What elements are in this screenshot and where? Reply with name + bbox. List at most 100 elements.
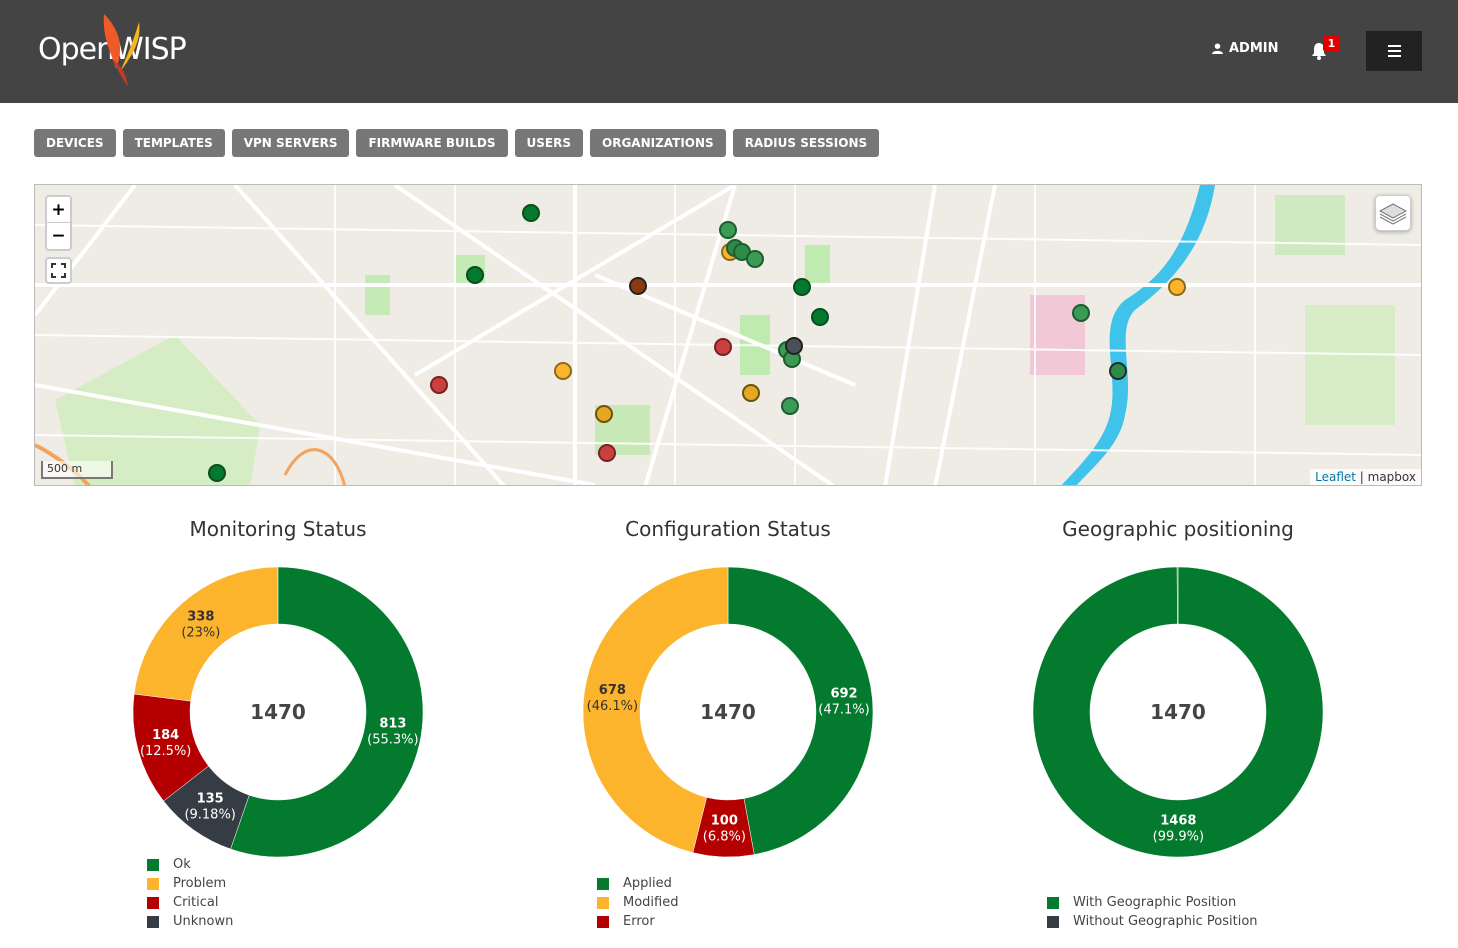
layers-control-button[interactable] (1375, 195, 1411, 231)
device-marker[interactable] (785, 337, 803, 355)
legend-label: Critical (173, 895, 219, 910)
admin-user-link[interactable]: ADMIN (1212, 41, 1279, 56)
openwisp-logo[interactable]: OpenWISP (38, 14, 188, 86)
nav-firmware-builds-button[interactable]: FIRMWARE BUILDS (356, 129, 508, 157)
slice-percent-label: (12.5%) (140, 744, 191, 759)
slice-value-label: 813 (379, 716, 406, 731)
legend-label: Error (623, 914, 655, 929)
legend-item[interactable]: Ok (147, 855, 233, 874)
monitoring-status-chart[interactable]: 813(55.3%) 135(9.18%) 184(12.5%) 338(23%) 14… (128, 560, 428, 860)
slice-percent-label: (47.1%) (818, 702, 869, 717)
chart-total-label: 1470 (250, 700, 306, 724)
device-marker[interactable] (793, 278, 811, 296)
legend-label: Without Geographic Position (1073, 914, 1258, 929)
nav-users-button[interactable]: USERS (514, 129, 583, 157)
configuration-status-chart[interactable]: 692(47.1%) 100(6.8%) 678(46.1%) 1470 (578, 560, 878, 860)
slice-value-label: 678 (599, 683, 626, 698)
slice-percent-label: (6.8%) (703, 829, 746, 844)
slice-percent-label: (46.1%) (587, 699, 638, 714)
top-header: OpenWISP ADMIN 1 (0, 0, 1458, 103)
slice-value-label: 338 (187, 610, 214, 625)
device-marker[interactable] (1072, 304, 1090, 322)
device-marker[interactable] (1109, 362, 1127, 380)
legend-swatch (597, 877, 609, 890)
hamburger-icon (1387, 45, 1401, 57)
devices-map[interactable]: + − 500 m Leaflet | mapbox (34, 184, 1422, 486)
legend-item[interactable]: Critical (147, 893, 233, 912)
slice-percent-label: (23%) (181, 626, 220, 641)
legend-swatch (597, 915, 609, 928)
device-marker[interactable] (742, 384, 760, 402)
zoom-control: + − (45, 195, 72, 251)
device-marker[interactable] (430, 376, 448, 394)
device-marker[interactable] (719, 221, 737, 239)
device-marker[interactable] (1168, 278, 1186, 296)
legend-label: Applied (623, 876, 672, 891)
admin-label: ADMIN (1229, 41, 1279, 56)
device-marker[interactable] (746, 250, 764, 268)
nav-vpn-servers-button[interactable]: VPN SERVERS (231, 129, 350, 157)
legend-swatch (147, 915, 159, 928)
legend-swatch (147, 896, 159, 909)
legend-label: Problem (173, 876, 227, 891)
legend-swatch (1047, 915, 1059, 928)
donut-slice[interactable] (1176, 566, 1179, 625)
attribution-separator: | (1355, 470, 1368, 484)
legend-label: Modified (623, 895, 679, 910)
leaflet-link[interactable]: Leaflet (1315, 470, 1356, 484)
chart-total-label: 1470 (1150, 700, 1206, 724)
device-marker[interactable] (811, 308, 829, 326)
chart-title-monitoring: Monitoring Status (189, 517, 367, 541)
layers-icon (1378, 203, 1408, 225)
nav-radius-sessions-button[interactable]: RADIUS SESSIONS (732, 129, 880, 157)
slice-percent-label: (55.3%) (367, 732, 418, 747)
geographic-legend: With Geographic Position Without Geograph… (1047, 893, 1258, 931)
slice-value-label: 184 (152, 728, 179, 743)
legend-item[interactable]: With Geographic Position (1047, 893, 1258, 912)
zoom-out-button[interactable]: − (47, 223, 70, 249)
butterfly-logo-icon (103, 14, 140, 86)
slice-value-label: 1468 (1160, 813, 1196, 828)
device-marker[interactable] (714, 338, 732, 356)
legend-item[interactable]: Modified (597, 893, 678, 912)
device-marker[interactable] (595, 405, 613, 423)
chart-title-geographic: Geographic positioning (1062, 517, 1294, 541)
menu-toggle-button[interactable] (1366, 31, 1422, 71)
legend-swatch (597, 896, 609, 909)
slice-percent-label: (9.18%) (184, 808, 235, 823)
nav-templates-button[interactable]: TEMPLATES (122, 129, 225, 157)
slice-value-label: 692 (830, 686, 857, 701)
map-attribution: Leaflet | mapbox (1310, 469, 1421, 485)
device-marker[interactable] (629, 277, 647, 295)
legend-item[interactable]: Problem (147, 874, 233, 893)
device-marker[interactable] (466, 266, 484, 284)
legend-label: With Geographic Position (1073, 895, 1237, 910)
legend-item[interactable]: Applied (597, 874, 678, 893)
legend-swatch (147, 877, 159, 890)
legend-swatch (147, 858, 159, 871)
slice-percent-label: (99.9%) (1153, 829, 1204, 844)
zoom-in-button[interactable]: + (47, 197, 70, 223)
fullscreen-button[interactable] (45, 257, 72, 284)
chart-title-configuration: Configuration Status (625, 517, 831, 541)
device-marker[interactable] (522, 204, 540, 222)
legend-item[interactable]: Without Geographic Position (1047, 912, 1258, 931)
legend-label: Unknown (173, 914, 234, 929)
chart-total-label: 1470 (700, 700, 756, 724)
slice-value-label: 135 (197, 792, 224, 807)
legend-label: Ok (173, 857, 191, 872)
device-marker[interactable] (781, 397, 799, 415)
nav-devices-button[interactable]: DEVICES (34, 129, 116, 157)
geographic-positioning-chart[interactable]: 1468(99.9%) 1470 (1028, 560, 1328, 860)
configuration-legend: Applied Modified Error (597, 874, 678, 931)
device-marker[interactable] (554, 362, 572, 380)
device-marker[interactable] (598, 444, 616, 462)
legend-item[interactable]: Unknown (147, 912, 233, 931)
main-nav: DEVICES TEMPLATES VPN SERVERS FIRMWARE B… (34, 129, 880, 157)
legend-item[interactable]: Error (597, 912, 678, 931)
nav-organizations-button[interactable]: ORGANIZATIONS (590, 129, 726, 157)
fullscreen-icon (51, 263, 66, 278)
device-marker[interactable] (208, 464, 226, 482)
user-icon (1212, 43, 1223, 54)
slice-value-label: 100 (711, 813, 738, 828)
